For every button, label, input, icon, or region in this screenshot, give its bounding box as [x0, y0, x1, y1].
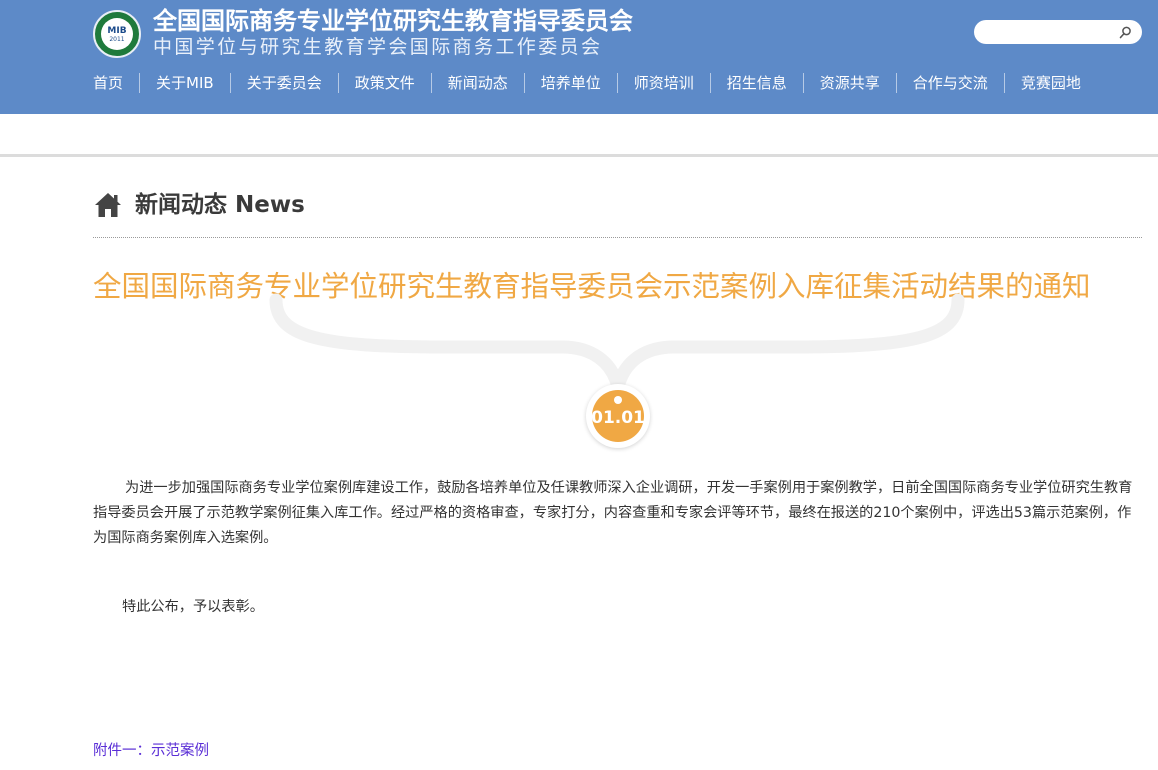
nav-item-admissions[interactable]: 招生信息 — [709, 73, 803, 93]
logo-text: MIB — [107, 25, 127, 36]
nav-item-home[interactable]: 首页 — [78, 73, 139, 93]
date-badge-circle: 01.01 — [591, 390, 645, 442]
home-icon — [95, 193, 121, 217]
article-paragraph-2: 特此公布，予以表彰。 — [122, 599, 264, 615]
nav-item-cooperation[interactable]: 合作与交流 — [895, 73, 1004, 93]
nav-item-competition[interactable]: 竞赛园地 — [1003, 73, 1097, 93]
section-divider — [93, 237, 1142, 238]
nav-item-faculty-training[interactable]: 师资培训 — [616, 73, 710, 93]
nav-item-training-units[interactable]: 培养单位 — [523, 73, 617, 93]
section-title: 新闻动态 News — [135, 192, 305, 218]
nav-item-resources[interactable]: 资源共享 — [802, 73, 896, 93]
logo-emblem: MIB 2011 — [101, 18, 133, 50]
decorative-curve — [269, 293, 965, 389]
nav-item-about-committee[interactable]: 关于委员会 — [229, 73, 338, 93]
nav-item-about-mib[interactable]: 关于MIB — [139, 73, 230, 93]
nav-item-policies[interactable]: 政策文件 — [337, 73, 431, 93]
section-heading: 新闻动态 News — [93, 190, 305, 220]
main-nav: 首页 关于MIB 关于委员会 政策文件 新闻动态 培养单位 师资培训 招生信息 … — [78, 72, 1097, 94]
site-subtitle: 中国学位与研究生教育学会国际商务工作委员会 — [153, 36, 603, 58]
date-badge: 01.01 — [586, 384, 650, 448]
nav-item-news[interactable]: 新闻动态 — [430, 73, 524, 93]
search-box — [974, 20, 1142, 44]
mib-logo[interactable]: MIB 2011 — [93, 10, 141, 58]
site-title[interactable]: 全国国际商务专业学位研究生教育指导委员会 — [153, 7, 633, 35]
search-icon[interactable] — [1118, 25, 1132, 39]
site-header: MIB 2011 全国国际商务专业学位研究生教育指导委员会 中国学位与研究生教育… — [0, 0, 1158, 114]
article-paragraph-1: 为进一步加强国际商务专业学位案例库建设工作，鼓励各培养单位及任课教师深入企业调研… — [93, 480, 1133, 546]
search-input[interactable] — [986, 24, 1118, 40]
date-badge-dot — [614, 396, 622, 404]
article-date: 01.01 — [591, 408, 645, 428]
sub-nav-strip — [0, 114, 1158, 157]
logo-year: 2011 — [109, 35, 125, 43]
attachment-link[interactable]: 附件一：示范案例 — [93, 740, 209, 762]
